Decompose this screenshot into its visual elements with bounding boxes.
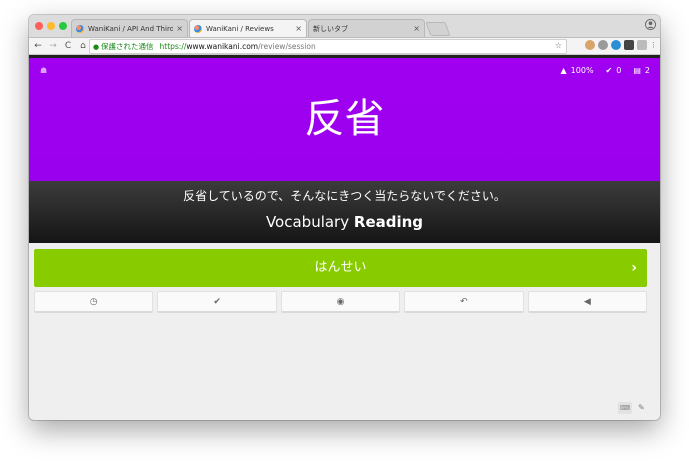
character-header: ☗ ▲ 100% ✔ 0 ▤ 2 反省 <box>29 55 660 182</box>
reload-button[interactable]: C <box>62 41 74 51</box>
back-button[interactable]: ← <box>32 41 44 51</box>
question-type-category: Vocabulary <box>265 213 350 231</box>
correct-icon: ✔ <box>213 296 221 307</box>
url-host: www.wanikani.com <box>186 42 259 51</box>
home-icon[interactable]: ☗ <box>40 66 47 75</box>
tab-api-third-party[interactable]: WaniKani / API And Third-Part × <box>71 19 188 37</box>
ext-4-icon[interactable] <box>624 40 634 50</box>
last-items-button[interactable]: ◷ <box>34 291 154 313</box>
ext-2-icon[interactable] <box>598 40 608 50</box>
check-icon: ✔ <box>605 66 613 75</box>
minimize-window-button[interactable] <box>47 22 55 30</box>
close-window-button[interactable] <box>35 22 43 30</box>
stat-completed: ✔ 0 <box>605 66 622 75</box>
tab-strip: WaniKani / API And Third-Part × WaniKani… <box>29 15 660 38</box>
action-buttons: ◷ ✔ ◉ ↶ ◀ <box>34 291 648 313</box>
tab-close-icon[interactable]: × <box>295 24 302 33</box>
correct-button[interactable]: ✔ <box>157 291 277 313</box>
wanikani-favicon-icon <box>194 24 202 33</box>
question-type: Vocabulary Reading <box>29 213 660 231</box>
review-stats: ▲ 100% ✔ 0 ▤ 2 <box>561 66 650 75</box>
audio-button[interactable]: ◀ <box>527 291 648 313</box>
wanikani-favicon-icon <box>76 24 84 33</box>
maximize-window-button[interactable] <box>59 22 67 30</box>
ext-1-icon[interactable] <box>585 40 595 50</box>
view-info-icon: ◉ <box>336 296 345 307</box>
submit-arrow-icon[interactable]: › <box>631 249 637 287</box>
undo-icon: ↶ <box>460 296 468 307</box>
url-path: /review/session <box>258 42 316 51</box>
answer-bar[interactable]: はんせい › <box>34 249 647 287</box>
tab-close-icon[interactable]: × <box>176 24 183 33</box>
profile-icon[interactable] <box>645 19 656 30</box>
lock-icon: ● <box>93 42 100 51</box>
tab-new-tab[interactable]: 新しいタブ × <box>308 19 425 37</box>
answer-input[interactable]: はんせい <box>34 249 647 287</box>
pencil-icon[interactable]: ✎ <box>638 402 645 414</box>
url-scheme: https:// <box>159 42 187 51</box>
question-panel: 反省しているので、そんなにきつく当たらないでください。 Vocabulary R… <box>29 181 660 243</box>
home-button[interactable]: ⌂ <box>77 41 89 51</box>
inbox-icon: ▤ <box>633 66 641 75</box>
view-info-button[interactable]: ◉ <box>280 291 401 313</box>
extension-icons: ⋮ <box>585 40 657 50</box>
context-sentence: 反省しているので、そんなにきつく当たらないでください。 <box>183 189 506 203</box>
ext-3-icon[interactable] <box>611 40 621 50</box>
tab-close-icon[interactable]: × <box>413 24 420 33</box>
secure-connection-label: 保護された通信 <box>101 42 154 51</box>
bookmark-star-icon[interactable]: ☆ <box>555 41 562 50</box>
question-type-kind: Reading <box>353 213 424 231</box>
menu-icon[interactable]: ⋮ <box>650 40 657 50</box>
tab-reviews[interactable]: WaniKani / Reviews × <box>189 19 307 37</box>
keyboard-icon[interactable]: ⌨ <box>618 402 632 414</box>
undo-button[interactable]: ↶ <box>404 291 524 313</box>
review-page: ☗ ▲ 100% ✔ 0 ▤ 2 反省 反省しているので、そんなにきつく当たらな… <box>29 55 660 420</box>
ext-camera-icon[interactable] <box>637 40 647 50</box>
review-character: 反省 <box>304 96 385 142</box>
last-items-icon: ◷ <box>89 296 98 307</box>
new-tab-button[interactable] <box>425 22 451 36</box>
stat-remaining: ▤ 2 <box>633 66 650 75</box>
browser-toolbar: ← → C ⌂ ● 保護された通信 https:// www.wanikani.… <box>29 38 660 55</box>
stat-correct-rate: ▲ 100% <box>560 66 594 75</box>
address-bar[interactable]: ● 保護された通信 https:// www.wanikani.com /rev… <box>89 39 567 54</box>
thumbs-up-icon: ▲ <box>560 66 567 75</box>
audio-icon: ◀ <box>583 296 591 307</box>
browser-window: WaniKani / API And Third-Part × WaniKani… <box>29 15 660 420</box>
forward-button[interactable]: → <box>47 41 59 51</box>
